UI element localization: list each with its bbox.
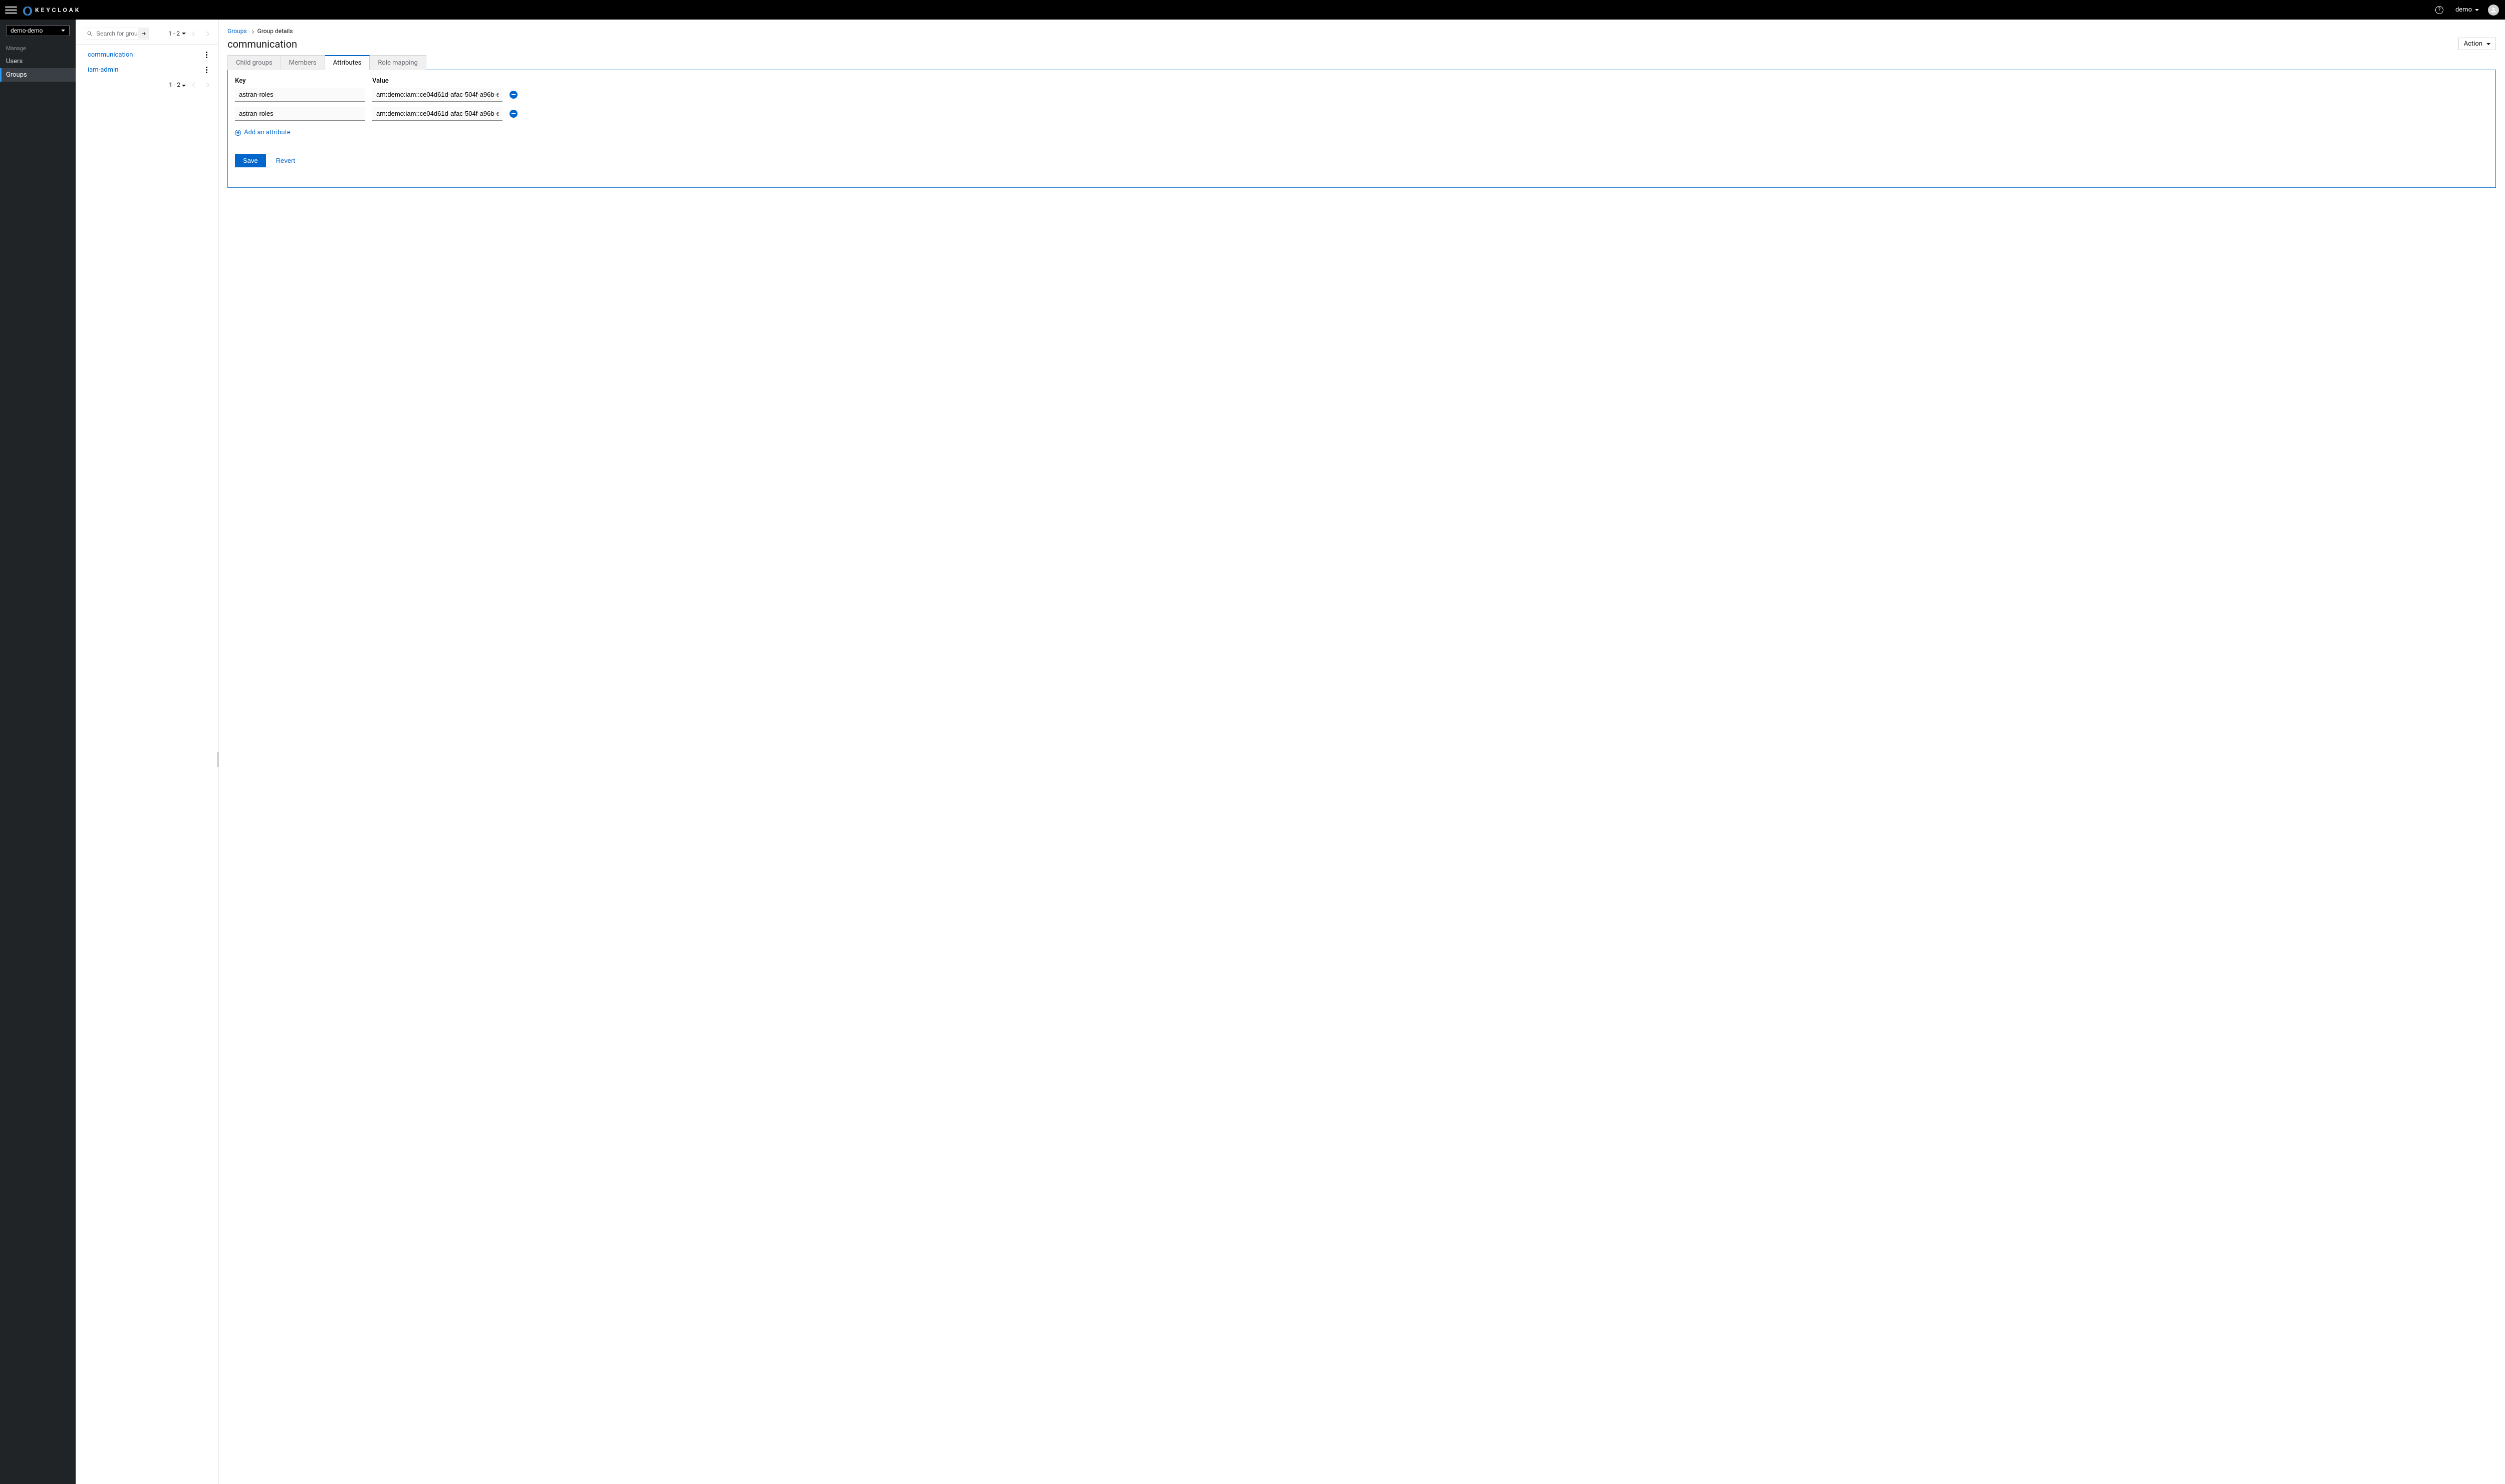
sidebar-item-users[interactable]: Users [0, 55, 76, 68]
add-attribute-label: Add an attribute [244, 129, 291, 136]
add-attribute-link[interactable]: Add an attribute [235, 129, 291, 136]
hamburger-button[interactable] [5, 4, 17, 16]
caret-down-icon [2486, 43, 2490, 45]
column-header-value: Value [372, 77, 503, 88]
caret-down-icon[interactable] [182, 85, 186, 87]
action-label: Action [2464, 40, 2482, 48]
tab-content: Key Value Add an attribute Save Revert [227, 70, 2496, 188]
tab-label: Attributes [333, 59, 362, 67]
tab-members[interactable]: Members [281, 55, 325, 70]
pager-next[interactable] [203, 30, 210, 37]
user-label: demo [2455, 6, 2472, 14]
sidebar-heading-manage: Manage [0, 42, 76, 55]
group-list: communication iam-admin [76, 45, 218, 79]
tab-child-groups[interactable]: Child groups [227, 55, 281, 70]
plus-circle-icon [235, 130, 241, 136]
sidebar: demo-demo Manage Users Groups [0, 20, 76, 1484]
breadcrumb-root[interactable]: Groups [227, 28, 247, 35]
sidebar-item-label: Groups [6, 71, 27, 79]
resize-handle[interactable] [217, 752, 219, 767]
caret-down-icon[interactable] [182, 33, 186, 35]
avatar[interactable] [2488, 5, 2499, 16]
breadcrumb: Groups Group details [227, 28, 2496, 35]
breadcrumb-current: Group details [258, 28, 293, 35]
pager-next[interactable] [203, 81, 210, 88]
kebab-menu[interactable] [203, 65, 210, 74]
help-icon[interactable]: ? [2435, 6, 2443, 14]
attr-value-input[interactable] [372, 107, 503, 121]
pager-range: 1 - 2 [168, 30, 180, 37]
pager-prev[interactable] [191, 30, 198, 37]
remove-attr-button[interactable] [510, 110, 518, 118]
list-item: communication [76, 47, 218, 62]
tab-role-mapping[interactable]: Role mapping [370, 55, 426, 70]
group-link[interactable]: communication [88, 51, 133, 59]
brand-logo[interactable]: KEYCLOAK [23, 6, 81, 15]
tab-label: Role mapping [378, 59, 417, 67]
caret-down-icon [61, 30, 65, 32]
remove-attr-button[interactable] [510, 91, 518, 99]
pager-top: 1 - 2 [168, 30, 210, 37]
pager-prev[interactable] [191, 81, 198, 88]
keycloak-icon [23, 6, 32, 15]
topbar: KEYCLOAK ? demo [0, 0, 2505, 20]
tab-label: Child groups [236, 59, 273, 67]
realm-selector[interactable]: demo-demo [6, 25, 70, 36]
chevron-right-icon [251, 28, 254, 35]
kebab-menu[interactable] [203, 50, 210, 59]
search-icon [87, 31, 93, 37]
pager-bottom: 1 - 2 [76, 79, 218, 93]
realm-name: demo-demo [11, 27, 43, 34]
column-header-key: Key [235, 77, 365, 88]
action-dropdown[interactable]: Action [2458, 38, 2496, 50]
groups-panel: 1 - 2 communication iam-admin 1 - 2 [76, 20, 218, 1484]
tabs: Child groups Members Attributes Role map… [227, 55, 2496, 70]
attr-key-input[interactable] [235, 107, 365, 121]
brand-text: KEYCLOAK [35, 7, 81, 14]
sidebar-item-groups[interactable]: Groups [0, 68, 76, 82]
search-go-button[interactable] [138, 28, 149, 40]
group-link[interactable]: iam-admin [88, 66, 118, 74]
pager-range: 1 - 2 [169, 81, 180, 88]
tab-attributes[interactable]: Attributes [325, 55, 370, 70]
tab-label: Members [289, 59, 317, 67]
details-panel: Groups Group details communication Actio… [218, 20, 2505, 1484]
attr-key-input[interactable] [235, 88, 365, 102]
save-button[interactable]: Save [235, 154, 266, 167]
attr-value-input[interactable] [372, 88, 503, 102]
groups-toolbar: 1 - 2 [76, 20, 218, 45]
list-item: iam-admin [76, 62, 218, 77]
caret-down-icon [2475, 9, 2479, 11]
page-title: communication [227, 38, 297, 50]
sidebar-item-label: Users [6, 58, 23, 65]
user-menu[interactable]: demo [2455, 6, 2479, 14]
revert-button[interactable]: Revert [276, 157, 295, 164]
